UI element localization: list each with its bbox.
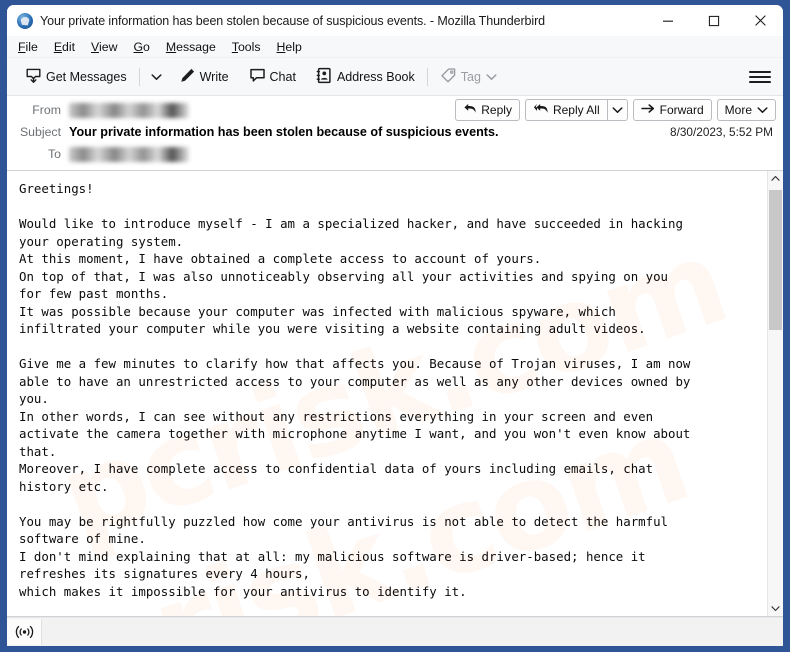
from-label: From — [32, 103, 61, 117]
chat-button[interactable]: Chat — [243, 63, 302, 90]
to-row: To — [7, 143, 783, 165]
menu-message[interactable]: Message — [166, 40, 225, 54]
title-bar: Your private information has been stolen… — [7, 5, 783, 36]
online-status-icon[interactable] — [7, 619, 42, 645]
reply-all-label: Reply All — [552, 103, 600, 117]
reply-label: Reply — [481, 103, 512, 117]
window-controls — [645, 5, 783, 36]
menu-tools[interactable]: Tools — [232, 40, 270, 54]
address-book-button[interactable]: Address Book — [310, 63, 421, 90]
tag-button[interactable]: Tag — [434, 63, 503, 90]
get-messages-button[interactable]: Get Messages — [19, 63, 133, 90]
write-label: Write — [199, 69, 229, 84]
subject-label: Subject — [19, 125, 61, 139]
scroll-track[interactable] — [768, 186, 783, 601]
thunderbird-window: Your private information has been stolen… — [7, 5, 783, 646]
menu-view[interactable]: View — [91, 40, 126, 54]
message-scrollbar[interactable] — [767, 171, 783, 616]
maximize-button[interactable] — [691, 5, 737, 36]
from-value-redacted[interactable] — [69, 102, 189, 118]
message-body[interactable]: pcrisk.com pcrisk.com Greetings! Would l… — [7, 171, 767, 616]
reply-all-dropdown[interactable] — [606, 99, 628, 121]
scroll-thumb[interactable] — [769, 190, 782, 330]
menu-help[interactable]: Help — [277, 40, 311, 54]
menu-edit[interactable]: Edit — [54, 40, 84, 54]
message-actions: Reply Reply All Forward More — [455, 99, 776, 121]
write-button[interactable]: Write — [173, 63, 235, 90]
to-value-redacted[interactable] — [69, 146, 189, 162]
window-title: Your private information has been stolen… — [40, 13, 545, 28]
toolbar-separator-1 — [138, 67, 140, 86]
reply-all-arrow-icon — [533, 102, 549, 118]
reply-button[interactable]: Reply — [455, 99, 520, 121]
reply-all-split-button: Reply All — [524, 99, 628, 121]
main-toolbar: Get Messages Write Chat Address Book Tag — [7, 58, 783, 96]
more-button[interactable]: More — [716, 99, 776, 121]
tag-dropdown-icon[interactable] — [486, 73, 497, 81]
forward-label: Forward — [659, 103, 704, 117]
get-messages-label: Get Messages — [46, 69, 127, 84]
close-button[interactable] — [737, 5, 783, 36]
message-body-area: pcrisk.com pcrisk.com Greetings! Would l… — [7, 171, 783, 617]
thunderbird-icon — [17, 12, 33, 29]
menu-go[interactable]: Go — [133, 40, 158, 54]
subject-row: Subject Your private information has bee… — [7, 121, 783, 143]
address-book-icon — [316, 67, 333, 87]
minimize-button[interactable] — [645, 5, 691, 36]
menu-file[interactable]: File — [18, 40, 47, 54]
forward-button[interactable]: Forward — [632, 99, 712, 121]
chat-label: Chat — [269, 69, 296, 84]
tag-label: Tag — [460, 69, 481, 84]
chat-bubble-icon — [249, 67, 266, 87]
reply-all-button[interactable]: Reply All — [524, 99, 607, 121]
status-bar — [7, 617, 783, 646]
app-menu-button[interactable] — [749, 66, 771, 88]
subject-value: Your private information has been stolen… — [69, 125, 499, 139]
scroll-up-arrow[interactable] — [768, 171, 783, 186]
message-text: Greetings! Would like to introduce mysel… — [19, 181, 691, 599]
get-messages-icon — [25, 67, 42, 87]
address-book-label: Address Book — [336, 69, 415, 84]
to-label: To — [48, 147, 61, 161]
scroll-down-arrow[interactable] — [768, 601, 783, 616]
window-frame: Your private information has been stolen… — [0, 0, 790, 652]
message-header: From Subject Your private information ha… — [7, 96, 783, 171]
more-chevron-down-icon — [757, 106, 768, 114]
toolbar-separator-2 — [426, 67, 428, 86]
forward-arrow-icon — [640, 103, 656, 117]
tag-icon — [440, 67, 457, 87]
reply-arrow-icon — [463, 102, 477, 118]
menu-bar: File Edit View Go Message Tools Help — [7, 36, 783, 58]
pencil-icon — [179, 67, 196, 87]
get-messages-dropdown[interactable] — [146, 63, 167, 90]
more-label: More — [724, 103, 752, 117]
message-date: 8/30/2023, 5:52 PM — [670, 125, 773, 139]
